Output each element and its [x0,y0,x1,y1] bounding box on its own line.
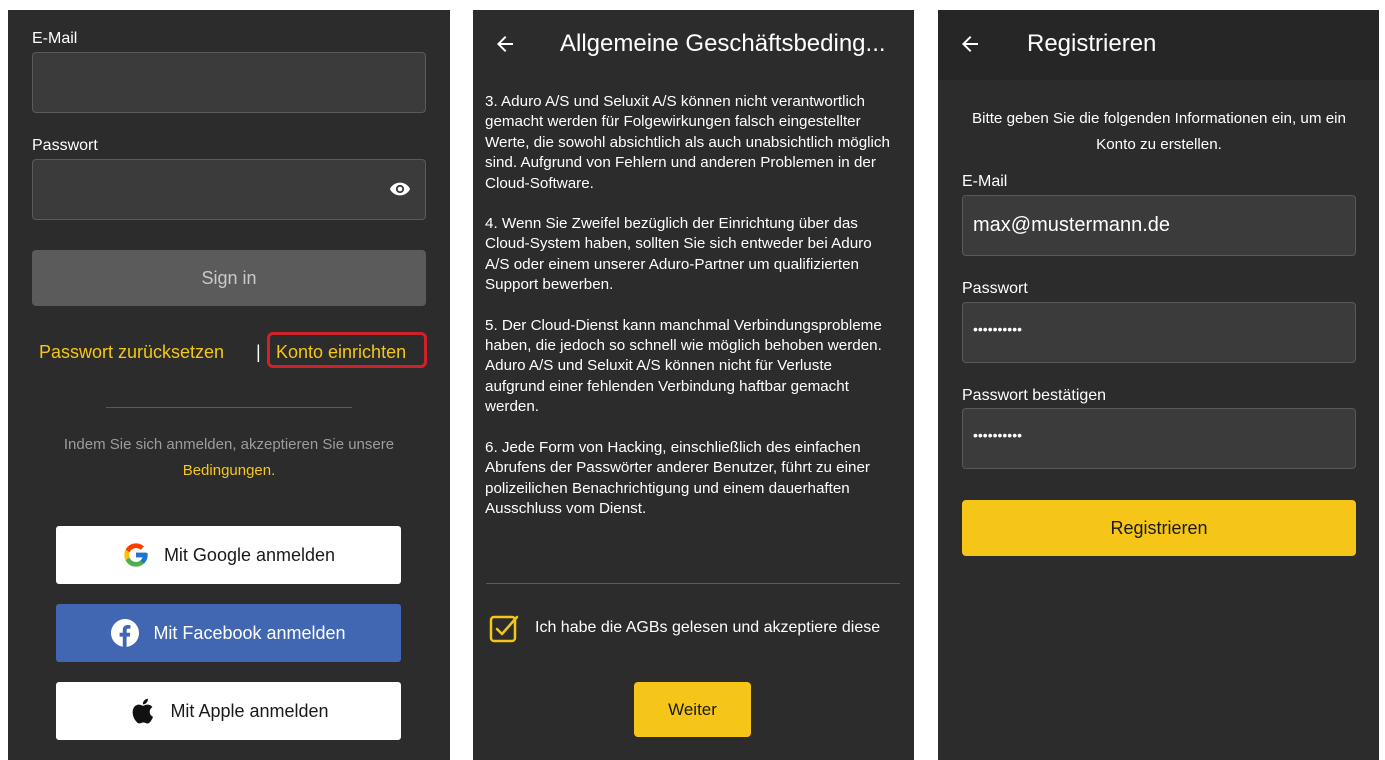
register-screen: Registrieren Bitte geben Sie die folgend… [938,10,1379,760]
terms-content: 3. Aduro A/S und Seluxit A/S können nich… [485,92,895,539]
terms-prefix: Indem Sie sich anmelden, akzeptieren Sie… [63,436,395,453]
arrow-left-icon[interactable] [493,32,517,56]
link-separator: | [256,342,261,362]
email-input[interactable]: max@mustermann.de [962,195,1356,256]
email-input[interactable] [32,52,426,113]
apple-icon [128,697,156,725]
password-input[interactable] [32,159,426,220]
email-label: E-Mail [32,30,78,47]
divider [486,583,900,584]
page-title: Registrieren [1027,30,1157,57]
google-label: Mit Google anmelden [163,544,336,565]
signin-button[interactable]: Sign in [32,250,426,306]
password-label: Passwort [962,280,1028,297]
confirm-password-label: Passwort bestätigen [962,387,1107,404]
google-signin-button[interactable]: Mit Google anmelden [56,526,401,584]
facebook-icon [111,619,140,647]
apple-signin-button[interactable]: Mit Apple anmelden [56,682,401,740]
terms-screen: Allgemeine Geschäftsbeding... 3. Aduro A… [473,10,914,760]
eye-icon[interactable] [389,178,411,200]
reset-password-link[interactable]: Passwort zurücksetzen [39,342,224,363]
continue-button[interactable]: Weiter [634,682,751,737]
confirm-password-value: •••••••••• [973,427,1023,443]
terms-paragraph: 6. Jede Form von Hacking, einschließlich… [485,438,870,517]
password-label: Passwort [32,137,98,154]
confirm-password-input[interactable]: •••••••••• [962,408,1356,469]
terms-link[interactable]: Bedingungen. [36,458,422,484]
email-value: max@mustermann.de [973,214,1171,236]
terms-paragraph: 3. Aduro A/S und Seluxit A/S können nich… [485,93,890,192]
password-input[interactable]: •••••••••• [962,302,1356,363]
facebook-signin-button[interactable]: Mit Facebook anmelden [56,604,401,662]
arrow-left-icon[interactable] [958,32,982,56]
terms-notice: Indem Sie sich anmelden, akzeptieren Sie… [36,432,422,484]
terms-paragraph: 4. Wenn Sie Zweifel bezüglich der Einric… [485,215,872,294]
checkbox-checked-icon[interactable] [489,613,519,643]
password-value: •••••••••• [973,321,1023,337]
apple-label: Mit Apple anmelden [170,700,329,721]
account-links: Passwort zurücksetzen | Konto einrichten [8,332,450,370]
google-icon [122,541,150,569]
login-screen: E-Mail Passwort Sign in Passwort zurücks… [8,10,450,760]
register-button[interactable]: Registrieren [962,500,1356,556]
email-label: E-Mail [962,173,1008,190]
create-account-link[interactable]: Konto einrichten [276,342,406,363]
terms-paragraph: 5. Der Cloud-Dienst kann manchmal Verbin… [485,316,882,416]
accept-terms-label[interactable]: Ich habe die AGBs gelesen und akzeptiere… [535,619,880,637]
divider [106,407,352,408]
facebook-label: Mit Facebook anmelden [153,622,346,643]
app-header: Allgemeine Geschäftsbeding... [473,10,914,80]
page-title: Allgemeine Geschäftsbeding... [560,30,886,57]
app-header: Registrieren [938,10,1379,80]
register-intro: Bitte geben Sie die folgenden Informatio… [971,110,1347,153]
